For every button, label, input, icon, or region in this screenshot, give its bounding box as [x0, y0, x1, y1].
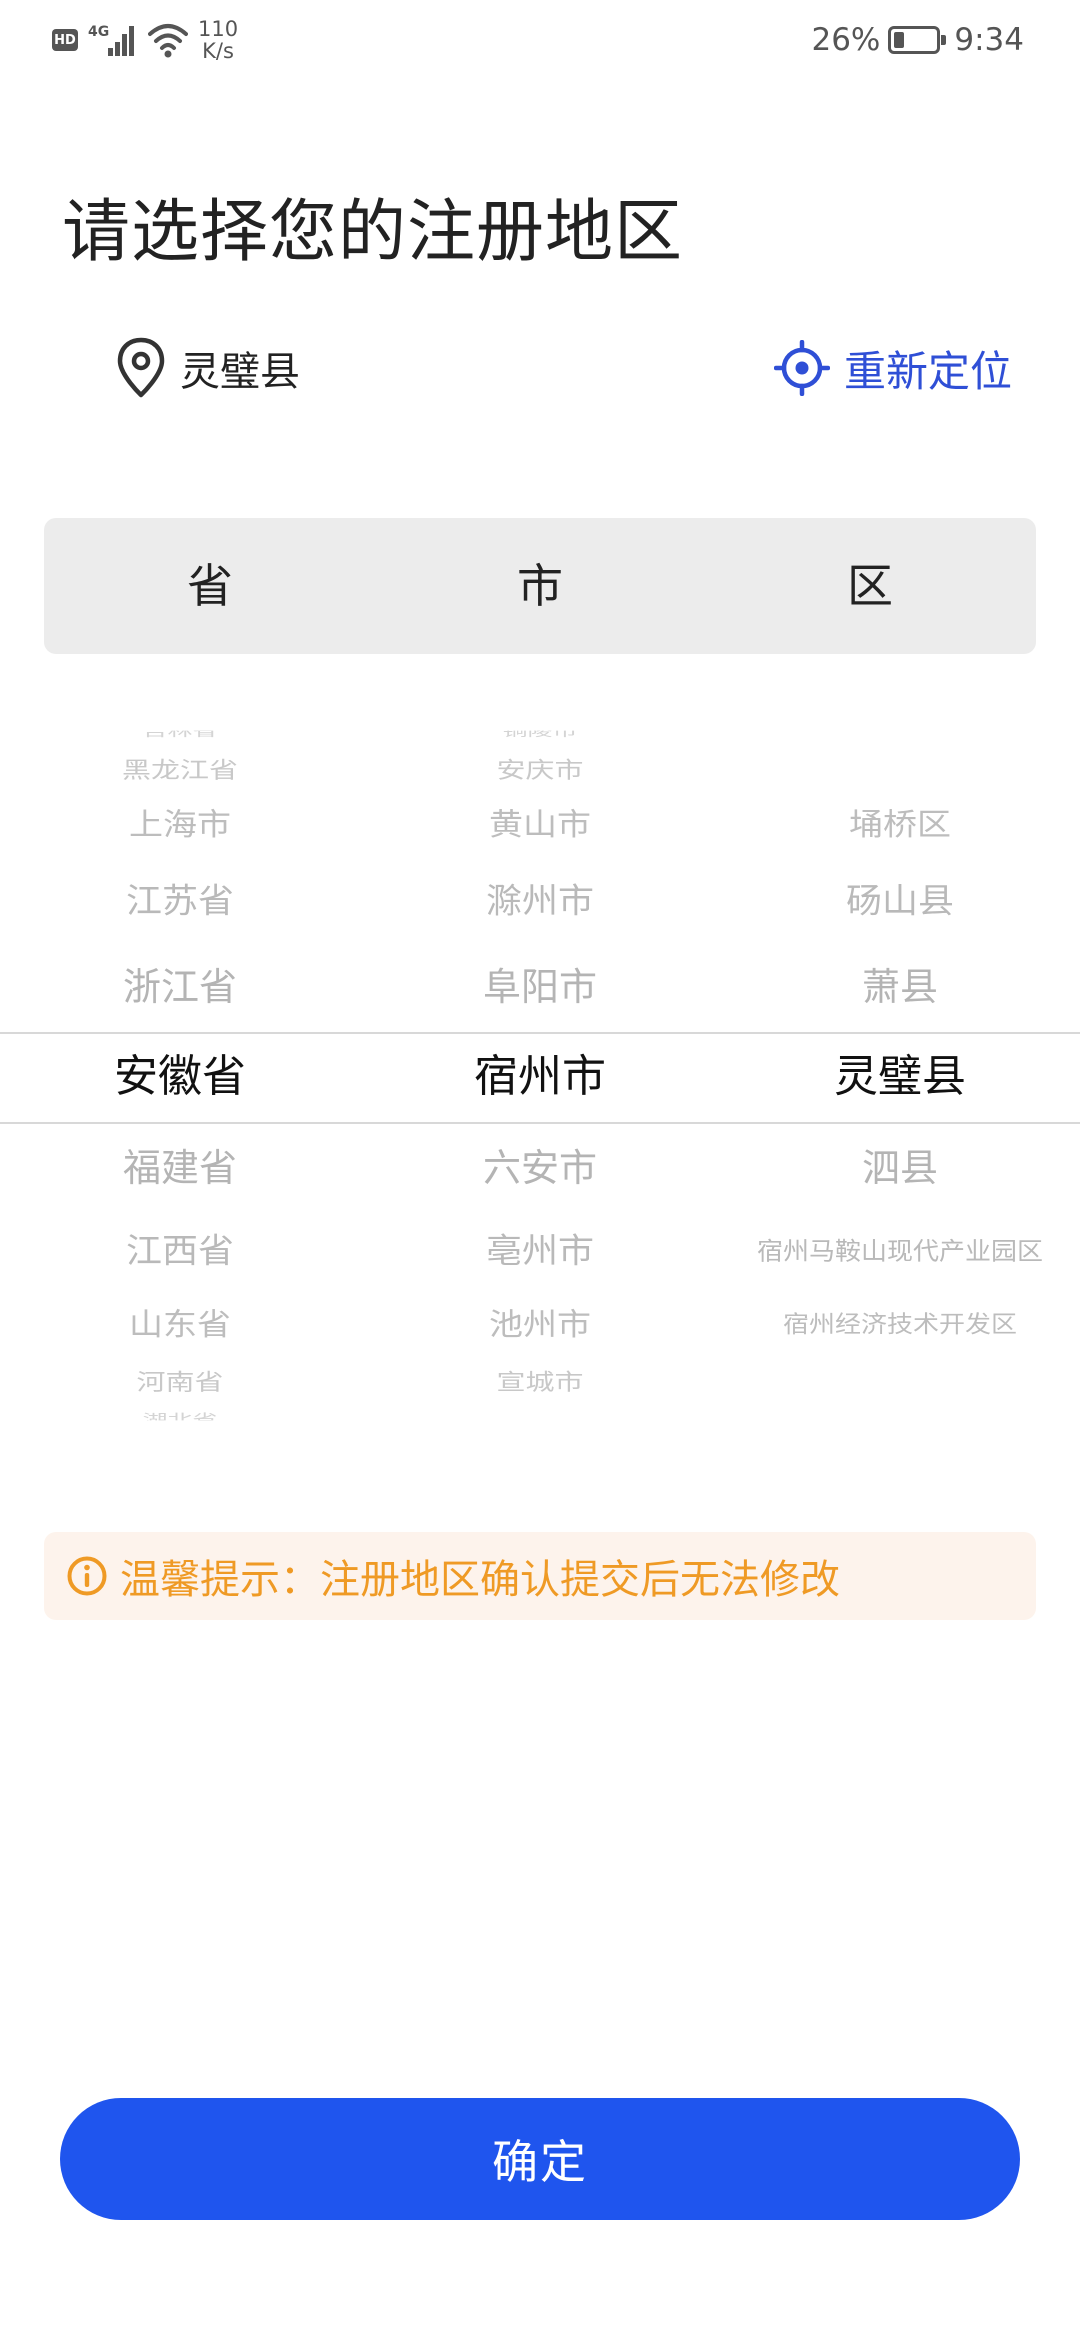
district-option[interactable]: 宿州经济技术开发区	[783, 1310, 1017, 1341]
network-speed: 110 K/s	[198, 18, 238, 62]
locate-target-icon	[773, 340, 830, 396]
city-option[interactable]: 亳州市	[486, 1231, 594, 1273]
battery-fill	[894, 32, 905, 48]
status-bar: HD 4G 110 K/s 26% 9:34	[0, 0, 1080, 80]
hd-badge: HD	[52, 29, 78, 51]
province-option[interactable]: 江西省	[126, 1231, 234, 1273]
province-selected[interactable]: 安徽省	[114, 1051, 246, 1103]
signal-icon: 4G	[88, 20, 138, 60]
province-option[interactable]: 吉林省	[142, 730, 217, 740]
current-location: 灵璧县	[116, 334, 300, 402]
city-option[interactable]: 安庆市	[496, 756, 583, 785]
province-option[interactable]: 福建省	[123, 1145, 237, 1191]
battery-percent: 26%	[811, 22, 881, 58]
province-option[interactable]: 黑龙江省	[122, 756, 238, 785]
city-option[interactable]: 六安市	[483, 1145, 597, 1191]
city-option[interactable]: 池州市	[489, 1306, 591, 1344]
province-option[interactable]: 浙江省	[123, 964, 237, 1010]
selection-top-line	[0, 1032, 1080, 1034]
district-option[interactable]: 萧县	[862, 964, 938, 1010]
location-pin-icon	[117, 337, 165, 398]
current-location-label: 灵璧县	[180, 349, 300, 395]
relocate-button[interactable]: 重新定位	[773, 334, 1012, 402]
battery-icon	[888, 26, 947, 54]
status-right: 26% 9:34	[811, 12, 1024, 68]
relocate-label: 重新定位	[843, 346, 1012, 396]
province-option[interactable]: 湖北省	[142, 1410, 217, 1420]
district-option[interactable]: 宿州马鞍山现代产业园区	[757, 1236, 1043, 1268]
city-option[interactable]: 铜陵市	[502, 730, 577, 740]
province-option[interactable]: 河南省	[136, 1368, 223, 1397]
province-option[interactable]: 江苏省	[126, 881, 234, 923]
district-option[interactable]: 砀山县	[846, 881, 954, 923]
wifi-icon	[148, 24, 188, 58]
city-option[interactable]: 阜阳市	[483, 964, 597, 1010]
tip-text: 温馨提示：注册地区确认提交后无法修改	[120, 1557, 840, 1603]
province-option[interactable]: 上海市	[129, 806, 231, 844]
picker-header: 省 市 区	[44, 518, 1036, 654]
tip-banner: 温馨提示：注册地区确认提交后无法修改	[44, 1532, 1036, 1620]
district-selected[interactable]: 灵璧县	[834, 1051, 966, 1103]
selection-bottom-line	[0, 1122, 1080, 1124]
district-option[interactable]: 泗县	[862, 1145, 938, 1191]
district-column-header: 区	[847, 559, 893, 613]
district-option[interactable]: 埇桥区	[849, 806, 951, 844]
speed-unit: K/s	[202, 39, 234, 63]
province-option[interactable]: 山东省	[129, 1306, 231, 1344]
province-column-header: 省	[187, 559, 233, 613]
speed-value: 110	[198, 17, 239, 41]
location-row: 灵璧县 重新定位	[0, 328, 1080, 408]
region-picker: 吉林省黑龙江省上海市江苏省浙江省安徽省福建省江西省山东省河南省湖北省 铜陵市安庆…	[0, 730, 1080, 1420]
city-selected[interactable]: 宿州市	[474, 1051, 606, 1103]
status-left: HD 4G 110 K/s	[52, 12, 238, 68]
city-option[interactable]: 滁州市	[486, 881, 594, 923]
clock: 9:34	[954, 22, 1024, 58]
city-option[interactable]: 宣城市	[496, 1368, 583, 1397]
city-option[interactable]: 黄山市	[489, 806, 591, 844]
city-column-header: 市	[517, 559, 563, 613]
info-icon	[67, 1556, 107, 1596]
page-title: 请选择您的注册地区	[62, 193, 684, 272]
confirm-button[interactable]: 确定	[60, 2098, 1020, 2220]
